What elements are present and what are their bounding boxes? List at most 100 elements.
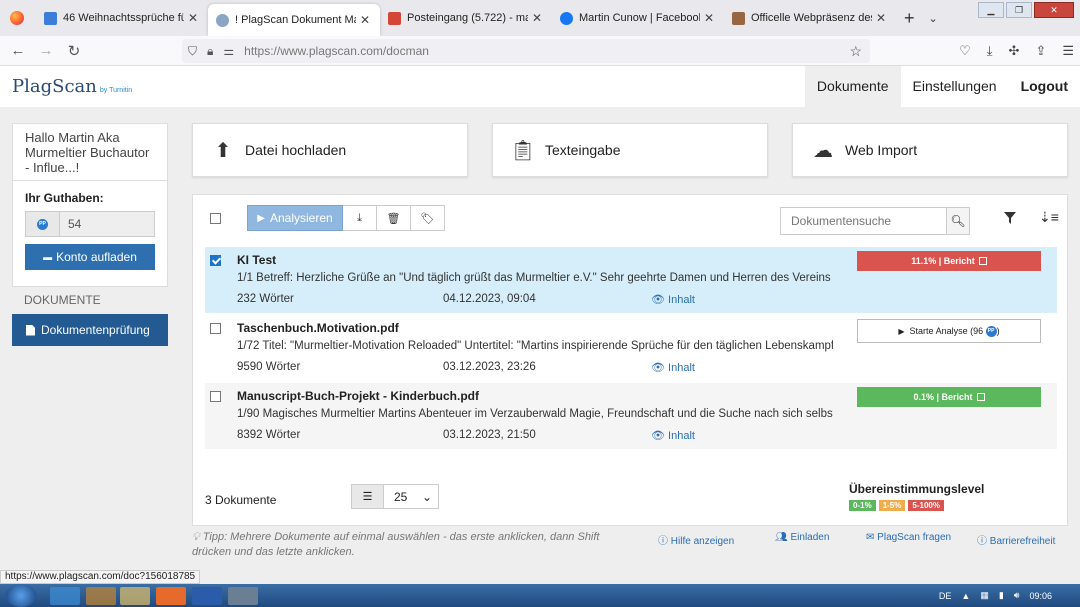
text-input-button[interactable]: 📋︎ Texteingabe [492, 123, 768, 177]
extensions-icon[interactable]: ✣ [1009, 43, 1020, 59]
accessibility-icon: ⓘ [977, 536, 987, 547]
topup-button[interactable]: ▬ Konto aufladen [25, 244, 155, 270]
tray-chevron-icon[interactable]: ▲ [961, 591, 970, 601]
nav-logout[interactable]: Logout [1009, 66, 1080, 107]
explorer-icon[interactable] [120, 587, 150, 605]
sort-icon[interactable]: ⇣≡ [1039, 209, 1059, 226]
tab-title: Officelle Webpräsenz des Buch [751, 12, 872, 24]
help-link[interactable]: ⓘ Hilfe anzeigen [658, 532, 734, 547]
pocket-icon[interactable]: ♡ [959, 43, 971, 59]
row-checkbox[interactable] [210, 323, 221, 334]
firefox-icon[interactable] [10, 11, 24, 25]
browser-tab[interactable]: 46 Weihnachtssprüche für Kar ✕ [36, 3, 208, 33]
bookmark-star-icon[interactable]: ☆ [849, 43, 862, 60]
report-label: 11.1% | Bericht [911, 256, 975, 266]
filter-icon[interactable] [1003, 211, 1017, 225]
row-checkbox[interactable] [210, 255, 221, 266]
share-icon[interactable]: ⇪ [1035, 43, 1046, 59]
search-button[interactable]: 🔍︎ [946, 208, 969, 234]
permissions-icon[interactable]: ⚌ [223, 44, 234, 58]
browser-nav-bar: ← → ↻ ⛉ 🔒︎ ⚌ https://www.plagscan.com/do… [0, 36, 1080, 66]
row-checkbox[interactable] [210, 391, 221, 402]
tag-button[interactable]: 🏷︎ [411, 205, 445, 231]
accessibility-link[interactable]: ⓘ Barrierefreiheit [977, 532, 1055, 547]
close-tab-icon[interactable]: ✕ [360, 13, 372, 27]
document-icon [26, 324, 35, 336]
report-button[interactable]: 0.1% | Bericht [857, 387, 1041, 407]
reload-icon[interactable]: ↻ [60, 42, 88, 60]
window-controls: ▁ ❐ ✕ [978, 2, 1074, 18]
nav-dokumente[interactable]: Dokumente [804, 66, 901, 107]
sidebar-item-dokumentenpruefung[interactable]: Dokumentenprüfung [12, 314, 168, 346]
clock[interactable]: 09:06 [1029, 591, 1052, 601]
word-count: 9590 Wörter [237, 361, 301, 373]
ask-plagscan-link[interactable]: ✉ PlagScan fragen [866, 532, 951, 543]
window-close-icon[interactable]: ✕ [1034, 2, 1074, 18]
word-count: 8392 Wörter [237, 429, 301, 441]
firefox-taskbar-icon[interactable] [156, 587, 186, 605]
address-bar[interactable]: ⛉ 🔒︎ ⚌ https://www.plagscan.com/docman ☆ [182, 39, 870, 63]
report-button[interactable]: 11.1% | Bericht [857, 251, 1041, 271]
volume-icon[interactable]: 🔊︎ [1014, 590, 1020, 601]
close-tab-icon[interactable]: ✕ [876, 11, 888, 25]
close-tab-icon[interactable]: ✕ [704, 11, 716, 25]
web-import-button[interactable]: ☁ Web Import [792, 123, 1068, 177]
content-link[interactable]: 👁︎ Inhalt [651, 361, 695, 374]
select-all-checkbox[interactable] [210, 213, 221, 224]
top-nav: Dokumente Einstellungen Logout [804, 66, 1080, 107]
legend-badge-high: 5-100% [908, 500, 944, 511]
delete-button[interactable]: 🗑︎ [377, 205, 411, 231]
new-tab-icon[interactable]: + [904, 8, 915, 29]
shield-icon[interactable]: ⛉ [188, 44, 197, 59]
download-icon[interactable]: ⤓ [987, 43, 993, 59]
topup-label: Konto aufladen [56, 250, 137, 264]
language-indicator[interactable]: DE [939, 591, 952, 601]
analyze-button[interactable]: ▶ Analysieren [247, 205, 343, 231]
download-icon: ⤓ [357, 211, 362, 224]
battery-icon[interactable]: ▮ [999, 590, 1004, 601]
browser-tab[interactable]: Martin Cunow | Facebook ✕ [552, 3, 724, 33]
document-row[interactable]: Manuscript-Buch-Projekt - Kinderbuch.pdf… [205, 383, 1057, 449]
tab-list-chevron-icon[interactable]: ⌄ [929, 12, 938, 25]
start-analysis-button[interactable]: ▶ Starte Analyse (96 PP) [857, 319, 1041, 343]
invite-link-label: Einladen [790, 532, 830, 543]
word-count: 232 Wörter [237, 293, 294, 305]
logo-text: PlagScan [12, 76, 97, 97]
nav-einstellungen[interactable]: Einstellungen [901, 66, 1009, 107]
back-icon[interactable]: ← [4, 42, 32, 59]
browser-tab-active[interactable]: ! PlagScan Dokument Manager ✕ [208, 4, 380, 36]
document-row[interactable]: KI Test 1/1 Betreff: Herzliche Grüße an … [205, 247, 1057, 313]
plagscan-logo[interactable]: PlagScan by Turnitin [12, 76, 132, 97]
start-button-icon[interactable] [6, 584, 36, 607]
plagscan-app: PlagScan by Turnitin Dokumente Einstellun… [0, 66, 1080, 584]
invite-link[interactable]: 👥︎ Einladen [775, 532, 829, 543]
download-button[interactable]: ⤓ [343, 205, 377, 231]
app-icon[interactable] [228, 587, 258, 605]
browser-tab[interactable]: Posteingang (5.722) - martin.c ✕ [380, 3, 552, 33]
content-link[interactable]: 👁︎ Inhalt [651, 293, 695, 306]
search-input[interactable] [781, 208, 946, 234]
close-tab-icon[interactable]: ✕ [188, 11, 200, 25]
page-size-select[interactable]: 25 ⌄ [384, 485, 438, 508]
menu-icon[interactable]: ☰ [1062, 43, 1074, 59]
ie-icon[interactable] [50, 587, 80, 605]
network-icon[interactable]: ▦ [980, 590, 989, 601]
maximize-icon[interactable]: ❐ [1006, 2, 1032, 18]
document-row[interactable]: Taschenbuch.Motivation.pdf 1/72 Titel: "… [205, 315, 1057, 381]
upload-file-button[interactable]: ⬆ Datei hochladen [192, 123, 468, 177]
close-tab-icon[interactable]: ✕ [532, 11, 544, 25]
browser-tab[interactable]: Officelle Webpräsenz des Buch ✕ [724, 3, 896, 33]
word-icon[interactable] [192, 587, 222, 605]
doc-toolbar: ▶ Analysieren ⤓ 🗑︎ 🏷︎ [247, 205, 445, 231]
media-player-icon[interactable] [86, 587, 116, 605]
document-name[interactable]: KI Test [237, 253, 276, 267]
forward-icon[interactable]: → [32, 42, 60, 59]
minimize-icon[interactable]: ▁ [978, 2, 1004, 18]
external-link-icon [976, 393, 985, 401]
match-level-legend: Übereinstimmungslevel 0-1% 1-5% 5-100% [849, 482, 984, 511]
sidebar-item-label: Dokumentenprüfung [41, 323, 150, 337]
lock-icon[interactable]: 🔒︎ [207, 44, 213, 59]
document-name[interactable]: Taschenbuch.Motivation.pdf [237, 321, 399, 335]
content-link[interactable]: 👁︎ Inhalt [651, 429, 695, 442]
document-name[interactable]: Manuscript-Buch-Projekt - Kinderbuch.pdf [237, 389, 479, 403]
